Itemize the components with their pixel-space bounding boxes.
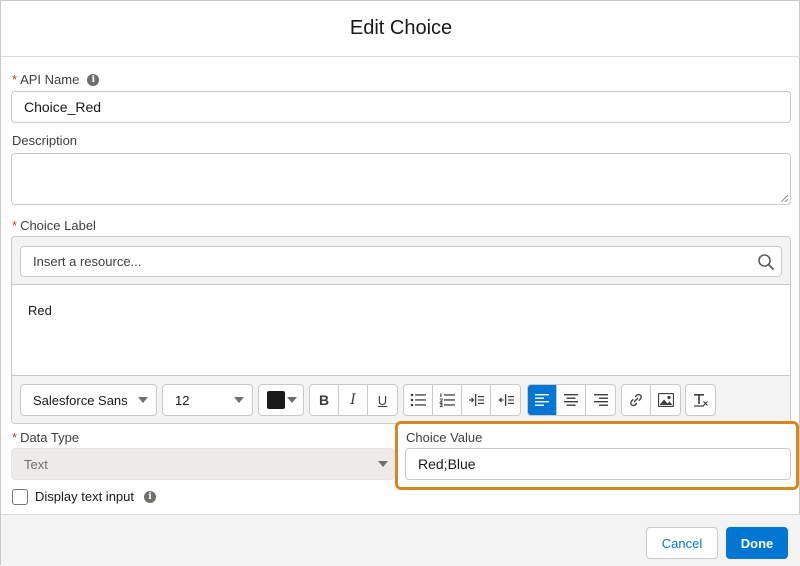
chevron-down-icon [287, 397, 297, 403]
rich-text-editor: Insert a resource... Red Salesforce Sans… [11, 236, 791, 424]
align-left-button[interactable] [528, 385, 557, 415]
data-type-value: Text [24, 456, 48, 472]
required-marker: * [12, 430, 18, 445]
display-text-input-label-text: Display text input [35, 489, 134, 504]
required-marker: * [12, 72, 18, 87]
clear-format-group [685, 384, 716, 416]
align-right-button[interactable] [586, 385, 615, 415]
info-icon[interactable]: i [144, 490, 156, 503]
rich-text-toolbar: Salesforce Sans 12 B I U [12, 375, 790, 423]
choice-value-label: Choice Value [406, 430, 482, 445]
description-label-text: Description [12, 133, 78, 148]
align-right-icon [593, 394, 608, 406]
api-name-value: Choice_Red [24, 99, 102, 115]
data-type-label: * Data Type [12, 430, 79, 445]
chevron-down-icon [234, 397, 244, 403]
text-color-picker[interactable] [258, 384, 304, 416]
font-family-select[interactable]: Salesforce Sans [20, 384, 157, 416]
font-family-value: Salesforce Sans [33, 392, 128, 408]
italic-button[interactable]: I [339, 385, 368, 415]
outdent-button[interactable] [491, 385, 520, 415]
choice-label-label-text: Choice Label [20, 218, 96, 233]
choice-value-input[interactable]: Red;Blue [405, 448, 791, 480]
bold-button[interactable]: B [310, 385, 339, 415]
resource-picker-bar: Insert a resource... [12, 237, 790, 285]
insert-image-button[interactable] [651, 385, 680, 415]
rich-text-content[interactable]: Red [28, 303, 52, 318]
list-indent-group [403, 384, 521, 416]
color-swatch [267, 391, 285, 409]
clear-formatting-icon [693, 394, 708, 407]
insert-resource-input[interactable]: Insert a resource... [20, 246, 782, 277]
insert-link-button[interactable] [622, 385, 651, 415]
data-type-select[interactable]: Text [11, 448, 395, 480]
insert-resource-placeholder: Insert a resource... [33, 254, 142, 269]
bullet-list-button[interactable] [404, 385, 433, 415]
choice-value-label-text: Choice Value [406, 430, 483, 445]
description-textarea[interactable] [11, 153, 791, 205]
indent-button[interactable] [462, 385, 491, 415]
align-center-button[interactable] [557, 385, 586, 415]
search-icon[interactable] [757, 253, 775, 271]
indent-icon [469, 394, 484, 406]
numbered-list-icon [439, 393, 455, 407]
modal-footer: Cancel Done [1, 514, 800, 566]
modal-title: Edit Choice [349, 17, 453, 39]
insert-group [621, 384, 681, 416]
font-size-select[interactable]: 12 [162, 384, 253, 416]
chevron-down-icon [378, 461, 388, 467]
description-label: Description [12, 133, 77, 148]
modal-header: Edit Choice [1, 1, 800, 57]
choice-label-label: * Choice Label [12, 218, 96, 233]
cancel-button[interactable]: Cancel [646, 527, 718, 559]
api-name-label: * API Name i [12, 72, 100, 87]
api-name-label-text: API Name [20, 72, 80, 87]
done-button[interactable]: Done [726, 527, 788, 559]
info-icon[interactable]: i [87, 73, 100, 86]
align-center-icon [564, 394, 578, 406]
bullet-list-icon [410, 393, 426, 407]
clear-formatting-button[interactable] [686, 385, 715, 415]
text-format-group: B I U [309, 384, 398, 416]
display-text-input-checkbox[interactable] [12, 489, 28, 505]
underline-button[interactable]: U [368, 385, 397, 415]
chevron-down-icon [138, 397, 148, 403]
image-icon [657, 393, 674, 407]
numbered-list-button[interactable] [433, 385, 462, 415]
required-marker: * [12, 218, 18, 233]
outdent-icon [498, 394, 514, 406]
choice-value-value: Red;Blue [418, 456, 476, 472]
alignment-group [527, 384, 616, 416]
resize-grip-icon[interactable] [780, 194, 788, 202]
align-left-icon [535, 394, 549, 406]
edit-choice-modal: Edit Choice * API Name i Choice_Red Desc… [0, 0, 800, 566]
link-icon [630, 393, 642, 407]
font-size-value: 12 [175, 392, 190, 408]
display-text-input-label: Display text input i [35, 489, 156, 504]
api-name-input[interactable]: Choice_Red [11, 91, 791, 123]
data-type-label-text: Data Type [20, 430, 80, 445]
